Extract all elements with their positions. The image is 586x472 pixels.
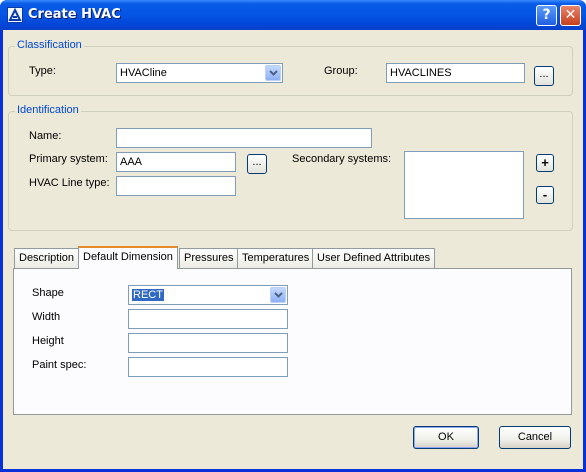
height-field[interactable] (128, 333, 288, 353)
primary-system-browse-button[interactable]: ... (247, 154, 267, 174)
tab-default-dimension[interactable]: Default Dimension (78, 246, 178, 269)
hvac-line-type-label: HVAC Line type: (29, 177, 110, 189)
remove-secondary-system-button[interactable]: - (536, 186, 554, 204)
primary-system-field[interactable]: AAA (116, 152, 236, 172)
paint-spec-field[interactable] (128, 357, 288, 377)
type-select[interactable]: HVACline (116, 63, 283, 83)
create-hvac-window: Create HVAC ? ✕ Classification Type: HVA… (0, 0, 586, 472)
ok-button[interactable]: OK (413, 426, 479, 449)
secondary-systems-label: Secondary systems: (292, 153, 392, 165)
tab-pressures[interactable]: Pressures (179, 248, 239, 268)
tab-user-defined-attributes[interactable]: User Defined Attributes (312, 248, 436, 268)
shape-label: Shape (32, 287, 64, 299)
width-field[interactable] (128, 309, 288, 329)
name-field[interactable] (116, 128, 372, 148)
type-value: HVACline (120, 67, 167, 79)
shape-value: RECT (132, 289, 164, 301)
dialog-body: Classification Type: HVACline Group: HVA… (3, 30, 583, 469)
height-label: Height (32, 335, 64, 347)
title-bar[interactable]: Create HVAC ? ✕ (0, 0, 586, 30)
tab-description[interactable]: Description (14, 248, 80, 268)
window-title: Create HVAC (28, 7, 121, 22)
app-icon (7, 7, 23, 23)
close-button[interactable]: ✕ (560, 5, 581, 26)
default-dimension-panel: Shape RECT Width Height Paint spec: (13, 268, 572, 415)
group-browse-button[interactable]: ... (534, 66, 554, 86)
cancel-button[interactable]: Cancel (499, 426, 571, 449)
add-secondary-system-button[interactable]: + (536, 154, 554, 172)
classification-title: Classification (15, 39, 84, 51)
primary-system-label: Primary system: (29, 153, 108, 165)
name-label: Name: (29, 130, 62, 142)
group-value: HVACLINES (390, 67, 452, 79)
group-label: Group: (324, 65, 358, 77)
help-button[interactable]: ? (536, 5, 557, 26)
identification-title: Identification (15, 104, 81, 116)
width-label: Width (32, 311, 61, 323)
shape-select[interactable]: RECT (128, 285, 288, 305)
type-label: Type: (29, 65, 56, 77)
primary-system-value: AAA (120, 156, 143, 168)
chevron-down-icon[interactable] (265, 65, 281, 81)
tab-temperatures[interactable]: Temperatures (237, 248, 315, 268)
paint-spec-label: Paint spec: (32, 359, 87, 371)
chevron-down-icon[interactable] (270, 287, 286, 303)
secondary-systems-list[interactable] (404, 151, 524, 219)
hvac-line-type-field[interactable] (116, 176, 236, 196)
group-field[interactable]: HVACLINES (386, 63, 525, 83)
